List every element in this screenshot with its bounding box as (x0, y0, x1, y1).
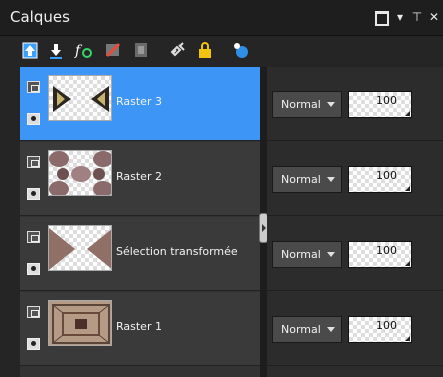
opacity-value: 100 (376, 244, 397, 257)
close-icon[interactable]: ✕ (427, 10, 441, 24)
blend-mode-select[interactable]: Normal (272, 241, 342, 268)
chevron-down-icon (327, 327, 335, 332)
group-toggle-icon[interactable] (27, 81, 40, 93)
opacity-field[interactable]: 100 (348, 241, 412, 268)
layer-row-raster-1[interactable]: Raster 1 (20, 292, 260, 366)
layer-name[interactable]: Raster 2 (116, 170, 162, 183)
opacity-field[interactable]: 100 (348, 91, 412, 118)
eye-icon[interactable] (27, 113, 40, 125)
opacity-field[interactable]: 100 (348, 316, 412, 343)
chevron-down-icon (327, 102, 335, 107)
layers-list: Raster 3 Raster 2 Sélection transformée (20, 67, 260, 377)
pin-icon[interactable]: ⊤ (410, 10, 424, 24)
layer-thumbnail (48, 75, 112, 121)
eye-icon[interactable] (27, 188, 40, 200)
panel-title: Calques (10, 8, 70, 26)
resize-corner-icon (405, 261, 410, 266)
group-toggle-icon[interactable] (27, 156, 40, 168)
panel-title-bar: Calques ▾ ⊤ ✕ (0, 0, 443, 36)
layer-name[interactable]: Raster 3 (116, 95, 162, 108)
blend-mode-select[interactable]: Normal (272, 316, 342, 343)
layer-name[interactable]: Sélection transformée (116, 245, 238, 258)
layer-properties: Normal 100 Normal 100 Normal 100 Normal … (267, 67, 443, 377)
maximize-icon[interactable] (374, 10, 389, 26)
lock-icon[interactable] (195, 40, 215, 60)
opacity-value: 100 (376, 94, 397, 107)
layer-row-selection-transformee[interactable]: Sélection transformée (20, 217, 260, 291)
blend-mode-select[interactable]: Normal (272, 91, 342, 118)
chevron-down-icon (327, 177, 335, 182)
layer-up-icon[interactable] (21, 40, 41, 60)
svg-text:f: f (74, 43, 83, 59)
resize-corner-icon (405, 186, 410, 191)
resize-corner-icon (405, 336, 410, 341)
chevron-down-icon (327, 252, 335, 257)
layer-row-raster-2[interactable]: Raster 2 (20, 142, 260, 216)
mask-icon[interactable] (131, 40, 151, 60)
blend-mode-value: Normal (281, 323, 321, 336)
layer-properties-row: Normal 100 (267, 67, 443, 141)
layers-toolbar: f (0, 36, 443, 66)
layer-down-icon[interactable] (47, 40, 67, 60)
visibility-sphere-icon[interactable] (231, 40, 251, 60)
layers-panel: Calques ▾ ⊤ ✕ f Raster 3 Raster 2 Sélect… (0, 0, 443, 377)
layer-thumbnail (48, 300, 112, 346)
eye-icon[interactable] (27, 338, 40, 350)
opacity-value: 100 (376, 319, 397, 332)
brush-icon[interactable] (103, 40, 123, 60)
effects-icon[interactable]: f (73, 40, 93, 60)
eye-icon[interactable] (27, 263, 40, 275)
link-icon[interactable] (168, 40, 188, 60)
layer-name[interactable]: Raster 1 (116, 320, 162, 333)
layer-properties-row: Normal 100 (267, 292, 443, 366)
layer-thumbnail (48, 225, 112, 271)
panel-menu-chevron-icon[interactable]: ▾ (393, 10, 407, 24)
layer-properties-row: Normal 100 (267, 217, 443, 291)
group-toggle-icon[interactable] (27, 231, 40, 243)
layer-thumbnail (48, 150, 112, 196)
group-toggle-icon[interactable] (27, 306, 40, 318)
resize-corner-icon (405, 111, 410, 116)
blend-mode-value: Normal (281, 248, 321, 261)
layer-row-raster-3[interactable]: Raster 3 (20, 67, 260, 141)
blend-mode-select[interactable]: Normal (272, 166, 342, 193)
layer-properties-row: Normal 100 (267, 142, 443, 216)
blend-mode-value: Normal (281, 173, 321, 186)
blend-mode-value: Normal (281, 98, 321, 111)
opacity-field[interactable]: 100 (348, 166, 412, 193)
opacity-value: 100 (376, 169, 397, 182)
